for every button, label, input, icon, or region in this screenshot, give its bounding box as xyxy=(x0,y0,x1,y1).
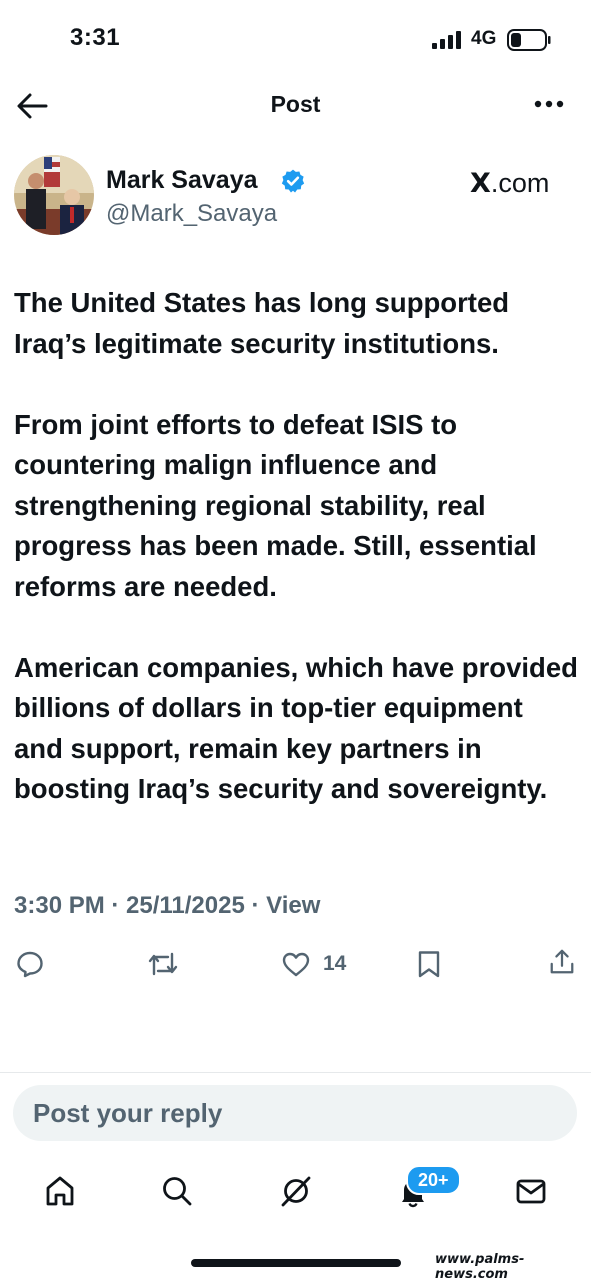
post-paragraph: The United States has long supported Ira… xyxy=(14,287,510,359)
author-handle[interactable]: @Mark_Savaya xyxy=(106,200,277,228)
more-options-icon[interactable] xyxy=(533,93,565,115)
grok-icon[interactable] xyxy=(279,1174,313,1208)
verified-badge-icon xyxy=(281,169,305,193)
reply-icon[interactable] xyxy=(16,950,44,978)
reply-placeholder[interactable]: Post your reply xyxy=(33,1098,222,1129)
like-count: 14 xyxy=(323,952,347,975)
divider xyxy=(0,1072,591,1073)
watermark: www.palms-news.com xyxy=(432,1251,591,1283)
post-paragraph: From joint efforts to defeat ISIS to cou… xyxy=(14,408,537,602)
avatar-photo xyxy=(14,155,94,235)
author-avatar[interactable] xyxy=(14,155,94,235)
page-title: Post xyxy=(270,91,321,117)
post-text: The United States has long supported Ira… xyxy=(14,283,578,810)
x-logo: X xyxy=(470,168,491,199)
share-icon[interactable] xyxy=(548,948,576,976)
cellular-signal-icon xyxy=(432,31,461,49)
notification-badge: 20+ xyxy=(406,1165,461,1195)
network-type: 4G xyxy=(471,28,497,49)
source-domain-suffix: .com xyxy=(490,168,550,198)
battery-icon xyxy=(507,29,551,51)
author-name[interactable]: Mark Savaya xyxy=(106,166,258,195)
heart-icon[interactable] xyxy=(281,950,311,978)
repost-icon[interactable] xyxy=(147,950,179,978)
status-time: 3:31 xyxy=(70,24,121,51)
home-icon[interactable] xyxy=(43,1174,77,1208)
bookmark-icon[interactable] xyxy=(416,950,442,978)
source-label: X.com xyxy=(470,168,549,199)
messages-envelope-icon[interactable] xyxy=(514,1174,548,1208)
home-indicator[interactable] xyxy=(191,1259,401,1267)
post-paragraph: American companies, which have provided … xyxy=(14,651,578,805)
post-timestamp[interactable]: 3:30 PM · 25/11/2025 · View xyxy=(14,892,320,920)
search-icon[interactable] xyxy=(160,1174,194,1208)
